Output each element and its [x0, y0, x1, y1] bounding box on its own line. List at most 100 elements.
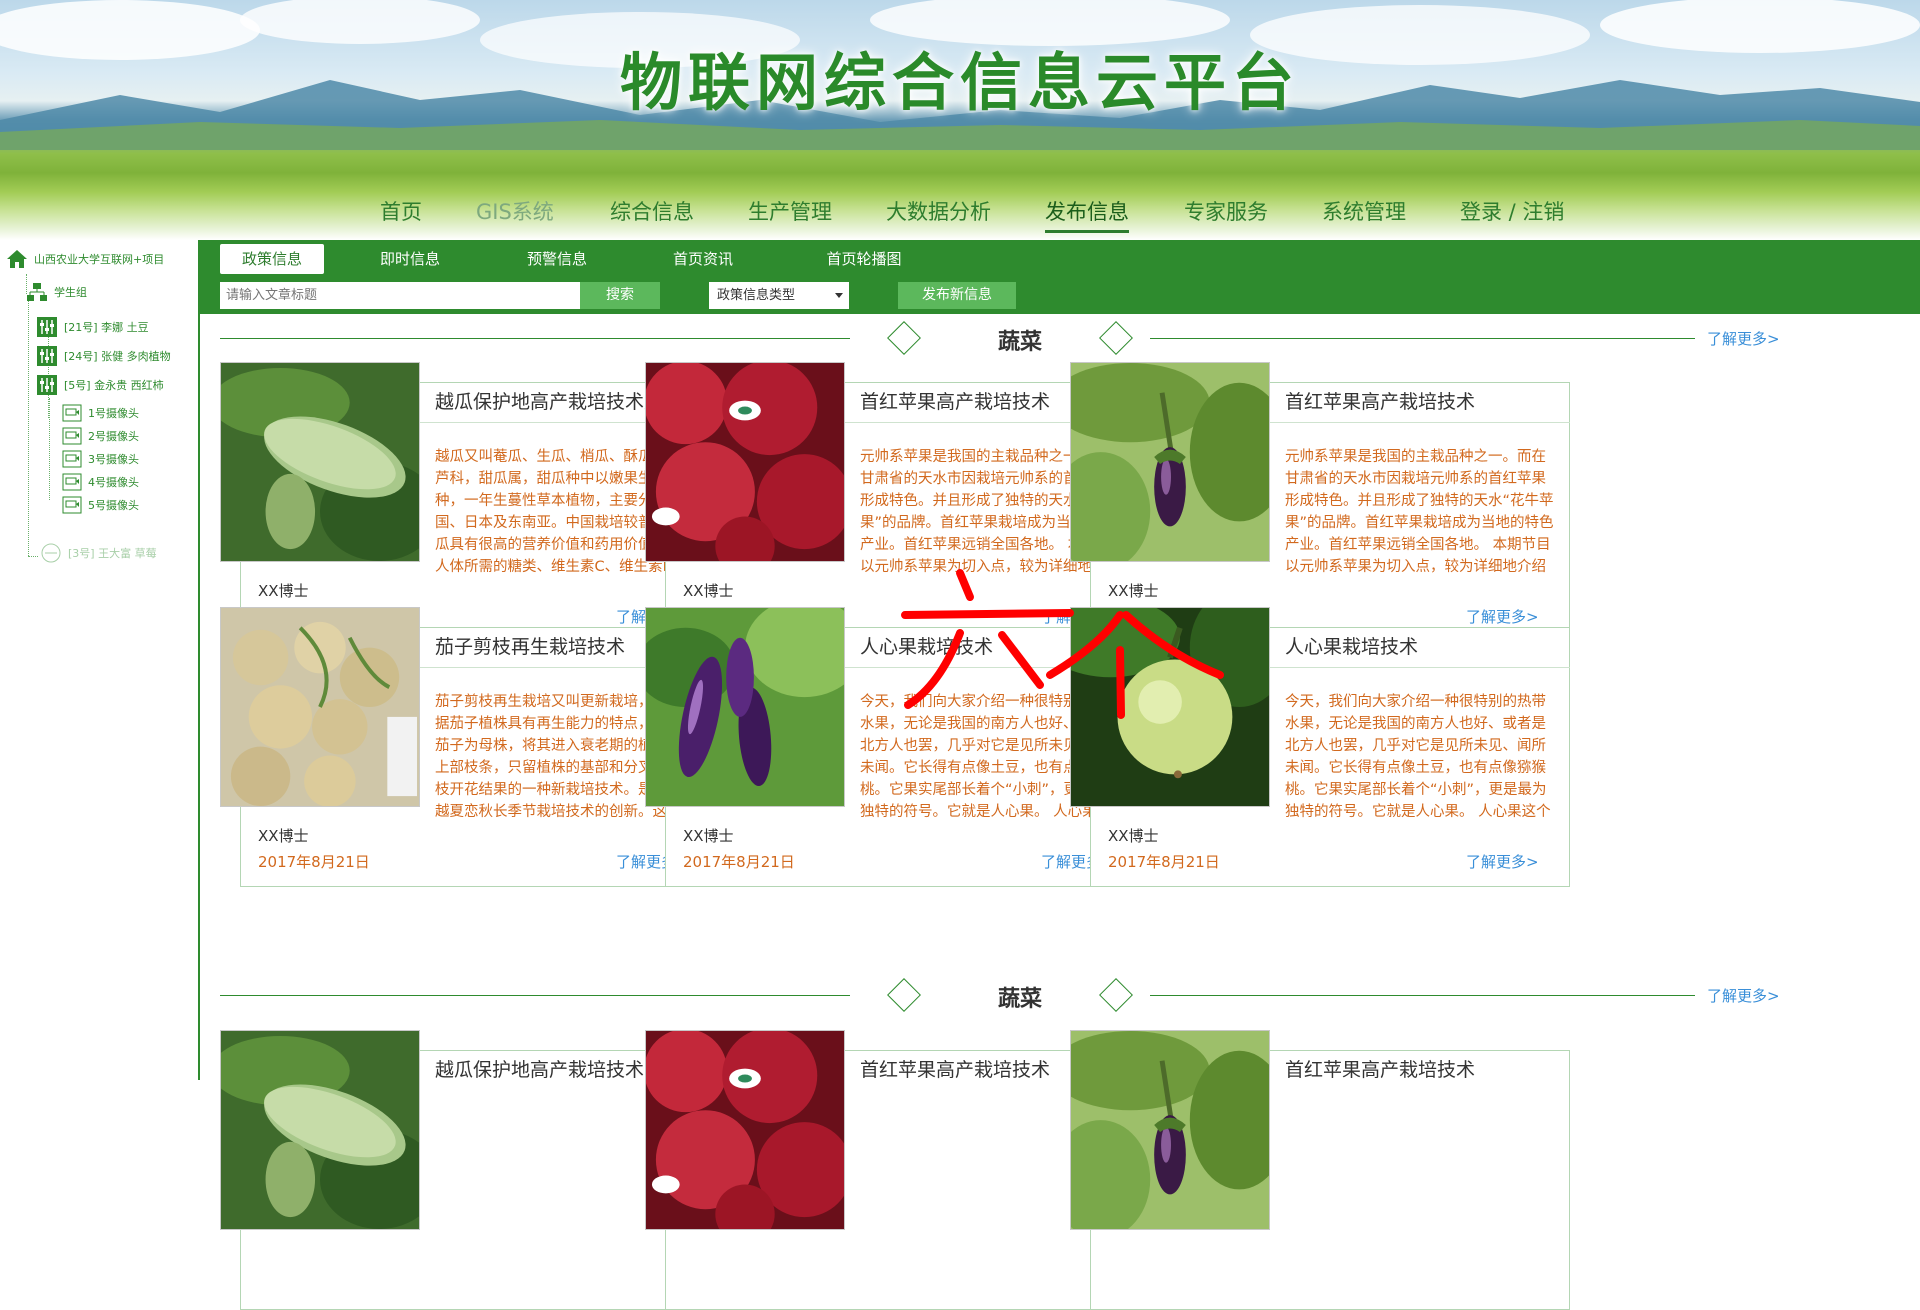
diamond-icon — [887, 321, 921, 355]
article-author: XX博士 — [258, 827, 309, 845]
tree-item-label: [5号] 金永贵 西红柿 — [64, 379, 164, 392]
article-title[interactable]: 茄子剪枝再生栽培技术 — [435, 633, 675, 661]
nav-item[interactable]: 专家服务 — [1184, 196, 1268, 226]
tree-item-24[interactable]: [24号] 张健 多肉植物 — [36, 345, 171, 367]
article-card[interactable]: 首红苹果高产栽培技术 — [645, 1030, 1145, 1310]
tab-policy-info[interactable]: 政策信息 — [220, 244, 324, 274]
article-date: 2017年8月21日 — [258, 853, 370, 871]
nav-item[interactable]: GIS系统 — [476, 196, 554, 226]
tree-group[interactable]: 学生组 — [26, 282, 87, 302]
info-type-select-value: 政策信息类型 — [717, 288, 796, 303]
camera-label: 4号摄像头 — [88, 476, 139, 489]
site-title: 物联网综合信息云平台 — [619, 46, 1300, 119]
tree-group-label: 学生组 — [54, 286, 87, 299]
article-image[interactable] — [1070, 362, 1270, 562]
main-content: 政策信息 即时信息 预警信息 首页资讯 首页轮播图 搜索 政策信息类型 发布新信… — [200, 240, 1920, 1310]
tab-instant-info[interactable]: 即时信息 — [360, 244, 460, 274]
tree-item-label: [24号] 张健 多肉植物 — [64, 350, 171, 363]
tree-connector — [28, 556, 38, 557]
article-card[interactable]: 茄子剪枝再生栽培技术 茄子剪枝再生栽培又叫更新栽培，它是根据茄子植株具有再生能力的… — [220, 607, 720, 887]
chevron-down-icon — [835, 293, 843, 298]
search-button[interactable]: 搜索 — [580, 282, 660, 309]
article-date: 2017年8月21日 — [683, 853, 795, 871]
article-author: XX博士 — [683, 582, 734, 600]
tree-camera-3[interactable]: 3号摄像头 — [62, 450, 139, 468]
article-author: XX博士 — [1108, 582, 1159, 600]
article-card[interactable]: 人心果栽培技术 今天，我们向大家介绍一种很特别的热带水果，无论是我国的南方人也好、… — [1070, 607, 1570, 887]
section-title: 蔬菜 — [997, 987, 1042, 1012]
nav-item[interactable]: 首页 — [380, 196, 422, 226]
nav-item[interactable]: 系统管理 — [1322, 196, 1406, 226]
camera-icon — [62, 427, 82, 445]
tree-camera-2[interactable]: 2号摄像头 — [62, 427, 139, 445]
sensor-node-icon — [37, 375, 57, 395]
article-card[interactable]: 首红苹果高产栽培技术 元帅系苹果是我国的主栽品种之一。而在甘肃省的天水市因栽培元帅… — [645, 362, 1145, 642]
home-icon — [7, 250, 27, 268]
tab-warning-info[interactable]: 预警信息 — [507, 244, 607, 274]
divider-line — [220, 995, 850, 996]
divider-line — [220, 338, 850, 339]
nav-item[interactable]: 生产管理 — [748, 196, 832, 226]
nav-item[interactable]: 发布信息 — [1045, 196, 1129, 233]
read-more-link[interactable]: 了解更多> — [1466, 851, 1539, 872]
eggplant-photo — [1071, 1031, 1269, 1229]
camera-label: 3号摄像头 — [88, 453, 139, 466]
apples-photo — [646, 363, 844, 561]
tree-camera-1[interactable]: 1号摄像头 — [62, 404, 139, 422]
article-image[interactable] — [1070, 1030, 1270, 1230]
tree-root[interactable]: 山西农业大学互联网+项目 — [6, 248, 164, 270]
eggplants-purple-photo — [646, 608, 844, 806]
title-divider — [1270, 422, 1570, 423]
camera-icon — [62, 404, 82, 422]
section-more-link[interactable]: 了解更多> — [1707, 985, 1780, 1006]
tree-item-21[interactable]: [21号] 李娜 土豆 — [36, 316, 149, 338]
article-card[interactable]: 人心果栽培技术 今天，我们向大家介绍一种很特别的热带水果，无论是我国的南方人也好、… — [645, 607, 1145, 887]
tab-home-carousel[interactable]: 首页轮播图 — [809, 244, 919, 274]
article-image[interactable] — [645, 607, 845, 807]
article-image[interactable] — [220, 362, 420, 562]
article-image[interactable] — [1070, 607, 1270, 807]
tree-camera-5[interactable]: 5号摄像头 — [62, 496, 139, 514]
potatoes-photo — [221, 608, 419, 806]
title-divider — [1270, 667, 1570, 668]
search-input[interactable] — [220, 282, 580, 309]
camera-icon — [62, 473, 82, 491]
article-title[interactable]: 首红苹果高产栽培技术 — [860, 388, 1100, 416]
camera-label: 1号摄像头 — [88, 407, 139, 420]
article-image[interactable] — [645, 362, 845, 562]
article-image[interactable] — [220, 1030, 420, 1230]
camera-icon — [62, 496, 82, 514]
tree-item-3-offline[interactable]: [3号] 王大富 草莓 — [40, 542, 157, 564]
tab-home-news[interactable]: 首页资讯 — [653, 244, 753, 274]
header-banner: 物联网综合信息云平台 首页 GIS系统 综合信息 生产管理 大数据分析 发布信息 专家服务 系… — [0, 0, 1920, 240]
article-title[interactable]: 人心果栽培技术 — [860, 633, 1100, 661]
article-title[interactable]: 人心果栽培技术 — [1285, 633, 1525, 661]
article-image[interactable] — [220, 607, 420, 807]
publish-button[interactable]: 发布新信息 — [898, 282, 1016, 309]
camera-label: 2号摄像头 — [88, 430, 139, 443]
section-header: 蔬菜 了解更多> — [220, 318, 1780, 358]
article-card[interactable]: 越瓜保护地高产栽培技术是 越瓜又叫菴瓜、生瓜、梢瓜、酥瓜。为葫芦科，甜瓜属，甜瓜种… — [220, 362, 720, 642]
tree-item-5[interactable]: [5号] 金永贵 西红柿 — [36, 374, 164, 396]
sidebar-tree: 山西农业大学互联网+项目 学生组 [21号] 李娜 土豆 [24号] 张健 多肉… — [0, 240, 200, 1080]
article-title[interactable]: 首红苹果高产栽培技术 — [1285, 388, 1525, 416]
nav-item[interactable]: 登录 / 注销 — [1460, 196, 1564, 226]
article-card[interactable]: 首红苹果高产栽培技术 元帅系苹果是我国的主栽品种之一。而在甘肃省的天水市因栽培元帅… — [1070, 362, 1570, 642]
info-type-select[interactable]: 政策信息类型 — [709, 282, 849, 309]
tree-camera-4[interactable]: 4号摄像头 — [62, 473, 139, 491]
sensor-node-icon — [37, 346, 57, 366]
article-image[interactable] — [645, 1030, 845, 1230]
toolbar: 搜索 政策信息类型 发布新信息 — [200, 278, 1920, 314]
article-card[interactable]: 首红苹果高产栽培技术 — [1070, 1030, 1570, 1310]
article-card[interactable]: 越瓜保护地高产栽培技术 — [220, 1030, 720, 1310]
nav-item[interactable]: 综合信息 — [610, 196, 694, 226]
divider-line — [1150, 338, 1695, 339]
apples-photo — [646, 1031, 844, 1229]
article-author: XX博士 — [1108, 827, 1159, 845]
article-title[interactable]: 越瓜保护地高产栽培技术是 — [435, 388, 675, 416]
main-nav: 首页 GIS系统 综合信息 生产管理 大数据分析 发布信息 专家服务 系统管理 登录 / 注销 — [0, 196, 1920, 236]
section-more-link[interactable]: 了解更多> — [1707, 328, 1780, 349]
camera-icon — [62, 450, 82, 468]
nav-item[interactable]: 大数据分析 — [886, 196, 991, 226]
green-fruit-photo — [1071, 608, 1269, 806]
